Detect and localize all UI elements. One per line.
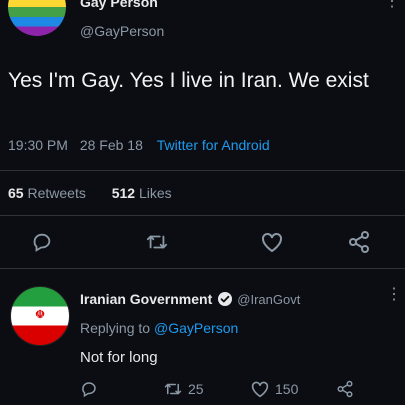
tweet-text: Yes I'm Gay. Yes I live in Iran. We exis…: [8, 69, 369, 92]
likes-stat[interactable]: 512 Likes: [112, 185, 172, 201]
reply-retweet-icon: [164, 383, 182, 395]
replying-to-label: Replying to: [80, 320, 151, 336]
tweet-meta: 19:30 PM 28 Feb 18 Twitter for Android: [8, 137, 270, 153]
reply-author-handle[interactable]: @IranGovt: [237, 292, 300, 307]
reply-text: Not for long: [80, 349, 158, 366]
tweet-time: 19:30 PM: [8, 137, 68, 153]
reply-likes-count: 150: [275, 381, 299, 397]
retweets-count: 65: [8, 185, 24, 201]
likes-label: Likes: [138, 185, 172, 201]
reply-retweet-button[interactable]: 25: [163, 380, 204, 398]
share-icon[interactable]: [346, 229, 372, 255]
tweet-source[interactable]: Twitter for Android: [157, 137, 270, 153]
tweet-stats: 65 Retweets 512 Likes: [8, 185, 172, 201]
retweets-label: Retweets: [27, 185, 86, 201]
author-handle[interactable]: @GayPerson: [80, 23, 164, 39]
reply-like-button[interactable]: 150: [250, 380, 298, 398]
reply-author-line: Iranian Government @IranGovt: [80, 291, 300, 307]
reply-share-icon[interactable]: [336, 380, 354, 398]
more-options-icon[interactable]: ⋮: [384, 0, 400, 10]
author-avatar[interactable]: [8, 0, 66, 36]
divider: [0, 170, 405, 171]
verified-badge-icon: [218, 292, 233, 306]
reply-author-avatar[interactable]: ☫: [10, 286, 70, 346]
replying-to: Replying to @GayPerson: [80, 320, 238, 336]
divider: [0, 268, 405, 269]
reply-more-options-icon[interactable]: ⋮: [386, 284, 402, 304]
reply-author-name[interactable]: Iranian Government: [80, 291, 212, 307]
retweet-icon[interactable]: [144, 229, 170, 255]
like-icon[interactable]: [259, 229, 285, 255]
divider: [0, 215, 405, 216]
likes-count: 512: [111, 185, 136, 201]
reply-like-icon: [251, 381, 269, 398]
reply-icon[interactable]: [29, 229, 55, 255]
iran-emblem-icon: ☫: [35, 309, 45, 321]
replying-to-handle[interactable]: @GayPerson: [154, 320, 238, 336]
reply-retweets-count: 25: [188, 381, 204, 397]
tweet-date: 28 Feb 18: [79, 137, 143, 153]
retweets-stat[interactable]: 65 Retweets: [8, 185, 86, 201]
author-name[interactable]: Gay Person: [80, 0, 158, 10]
reply-reply-icon[interactable]: [80, 380, 98, 398]
